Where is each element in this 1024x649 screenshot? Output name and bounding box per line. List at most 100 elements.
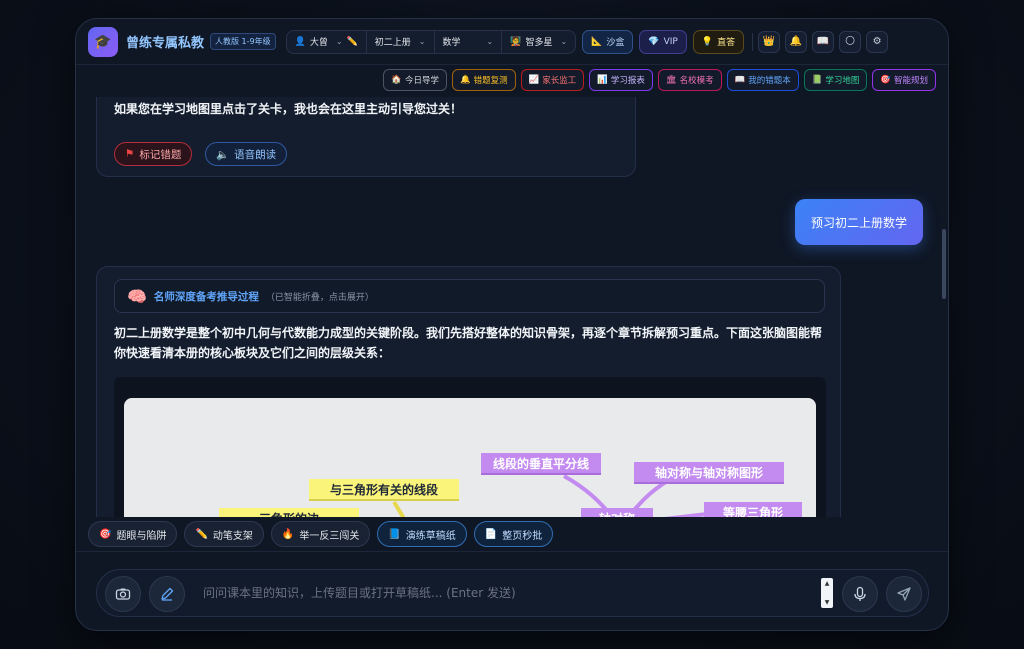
app-window: 🎓 曾练专属私教 人教版 1-9年级 👤 大曾 ⌄ ✏️ 初二上册 ⌄ 数学 ⌄… [75,18,949,631]
graduation-cap-logo-icon: 🎓 [88,26,118,57]
toolbar-chip[interactable]: 📗 学习地图 [803,69,868,91]
reasoning-title: 名师深度备考推导过程 [153,290,259,303]
message-input[interactable]: 问问课本里的知识，上传题目或打开草稿纸... (Enter 发送) [203,584,516,601]
chip-label: 名校模考 [679,76,714,86]
microphone-icon [854,586,866,601]
toolbar-chip[interactable]: 📊 学习报表 [589,69,653,91]
chip-label: 学习报表 [610,76,645,86]
mark-wrong-label: 标记错题 [139,148,182,161]
mindmap-node[interactable]: 三角形的边 [219,508,359,517]
quick-action-button[interactable]: ✏️ 动笔支架 [184,521,264,547]
triangle-up-icon[interactable]: ▲ [825,580,830,587]
chip-label: 家长监工 [542,76,577,86]
ai-message-text: 初二上册数学是整个初中几何与代数能力成型的关键阶段。我们先搭好整体的知识骨架，再… [114,326,823,360]
chip-icon: 🏠 [391,75,403,85]
camera-button[interactable] [105,576,141,612]
send-button[interactable] [886,576,922,612]
reasoning-hint: （已智能折叠，点击展开） [265,292,374,303]
mindmap-frame: 线段的垂直平分线 轴对称与轴对称图形 与三角形有关的线段 等腰三角形 轴对称 三… [114,377,826,517]
toolbar-chip[interactable]: 🏠 今日导学 [383,69,448,91]
gear-icon[interactable]: ⚙ [866,30,889,53]
toolbar-chip[interactable]: 🔔 错题复测 [452,69,516,91]
book-icon[interactable]: 📖 [812,30,835,53]
toolbar-chip[interactable]: 🏛 名校模考 [657,69,722,91]
quick-action-icon: ✏️ [195,528,208,540]
teacher-select[interactable]: 🧑‍🏫 智多星 ⌄ [502,31,575,53]
direct-answer-button[interactable]: 💡 直答 [692,29,745,54]
chat-area: 如果您在学习地图里点击了关卡，我也会在这里主动引导您过关！ ⚑ 标记错题 🔈 语… [76,97,948,517]
context-selector-group: 👤 大曾 ⌄ ✏️ 初二上册 ⌄ 数学 ⌄ 🧑‍🏫 智多星 ⌄ [285,29,577,54]
chip-label: 错题复测 [473,76,508,86]
divider [752,32,754,51]
bell-icon[interactable]: 🔔 [785,30,808,53]
vip-button[interactable]: 💎 VIP [639,29,687,54]
user-message-bubble: 预习初二上册数学 [794,199,923,245]
read-aloud-button[interactable]: 🔈 语音朗读 [205,142,288,166]
draft-paper-button[interactable] [149,576,185,612]
mindmap-node[interactable]: 与三角形有关的线段 [309,479,459,501]
chip-icon: 📊 [597,75,608,85]
quick-action-label: 整页秒批 [502,530,543,542]
quick-action-label: 题眼与陷阱 [116,530,167,542]
send-icon [897,587,911,601]
direct-answer-label: 直答 [717,38,736,48]
mindmap-node[interactable]: 线段的垂直平分线 [481,453,601,475]
sandbox-button[interactable]: 📐 沙盒 [582,29,634,54]
voice-input-button[interactable] [842,576,878,612]
flag-icon: ⚑ [125,148,135,160]
toolbar-chip[interactable]: 📈 家长监工 [520,69,585,91]
chevron-down-icon: ⌄ [335,37,343,46]
subject-select[interactable]: 数学 ⌄ [435,30,503,53]
diamond-icon: 💎 [648,36,660,47]
persona-select[interactable]: 👤 大曾 ⌄ ✏️ [287,30,367,53]
user-icon: 👤 [294,36,306,47]
ai-message-text: 如果您在学习地图里点击了关卡，我也会在这里主动引导您过关！ [114,102,463,116]
chat-scrollbar[interactable] [942,229,946,299]
toolbar-chip[interactable]: 📖 我的错题本 [726,69,799,91]
chip-icon: 📖 [734,75,746,85]
chip-icon: 📈 [528,75,540,85]
quick-action-label: 动笔支架 [212,530,253,542]
mark-wrong-button[interactable]: ⚑ 标记错题 [114,142,193,166]
quick-action-button[interactable]: 📄 整页秒批 [473,521,554,547]
edition-badge: 人教版 1-9年级 [210,33,276,50]
mindmap-node[interactable]: 等腰三角形 [704,502,802,517]
chevron-down-icon: ⌄ [560,37,568,46]
header-bar: 🎓 曾练专属私教 人教版 1-9年级 👤 大曾 ⌄ ✏️ 初二上册 ⌄ 数学 ⌄… [76,19,948,65]
ai-message-card: 如果您在学习地图里点击了关卡，我也会在这里主动引导您过关！ ⚑ 标记错题 🔈 语… [96,97,636,177]
chevron-down-icon: ⌄ [486,37,494,46]
mindmap-node[interactable]: 轴对称 [581,508,653,517]
chip-icon: 🏛 [665,75,677,85]
quick-action-button[interactable]: 🎯 题眼与陷阱 [88,521,178,547]
pencil-icon[interactable]: ✏️ [347,37,358,47]
quick-action-button[interactable]: 📘 演练草稿纸 [377,521,467,547]
sandbox-label: 沙盒 [606,38,625,48]
teacher-value: 智多星 [525,38,553,48]
reasoning-collapsed-panel[interactable]: 🧠 名师深度备考推导过程 （已智能折叠，点击展开） [114,279,825,313]
quick-action-icon: 🎯 [99,528,112,540]
toolbar-chip[interactable]: 🎯 智能规划 [872,69,936,91]
mindmap-connectors [392,472,710,517]
chip-label: 学习地图 [825,76,860,86]
app-title: 曾练专属私教 [126,36,205,51]
mindmap-node[interactable]: 轴对称与轴对称图形 [634,462,784,484]
subject-value: 数学 [442,38,461,48]
sun-icon[interactable]: 🌕 [839,30,862,53]
triangle-down-icon[interactable]: ▼ [825,599,830,606]
composer-box: 问问课本里的知识，上传题目或打开草稿纸... (Enter 发送) ▲ ▼ [96,569,929,617]
quick-action-button[interactable]: 🔥 举一反三闯关 [270,521,371,547]
vip-label: VIP [663,36,678,47]
camera-icon [115,588,131,600]
teacher-icon: 🧑‍🏫 [510,36,522,47]
chip-icon: 🎯 [880,75,891,85]
read-aloud-label: 语音朗读 [234,148,277,161]
scroll-stepper[interactable]: ▲ ▼ [821,578,833,608]
quick-action-icon: 📘 [388,528,401,540]
crown-icon[interactable]: 👑 [758,30,781,53]
mindmap-canvas[interactable]: 线段的垂直平分线 轴对称与轴对称图形 与三角形有关的线段 等腰三角形 轴对称 三… [124,398,816,517]
chip-label: 今日导学 [405,76,440,86]
composer-area: 问问课本里的知识，上传题目或打开草稿纸... (Enter 发送) ▲ ▼ [76,551,948,630]
grade-select[interactable]: 初二上册 ⌄ [367,30,435,53]
chip-label: 我的错题本 [748,76,791,86]
feature-toolbar: 🏠 今日导学 🔔 错题复测 📈 家长监工 📊 学习报表 🏛 名校模考 📖 我的错题本 📗 学习地图 🎯 智能规… [383,69,936,91]
